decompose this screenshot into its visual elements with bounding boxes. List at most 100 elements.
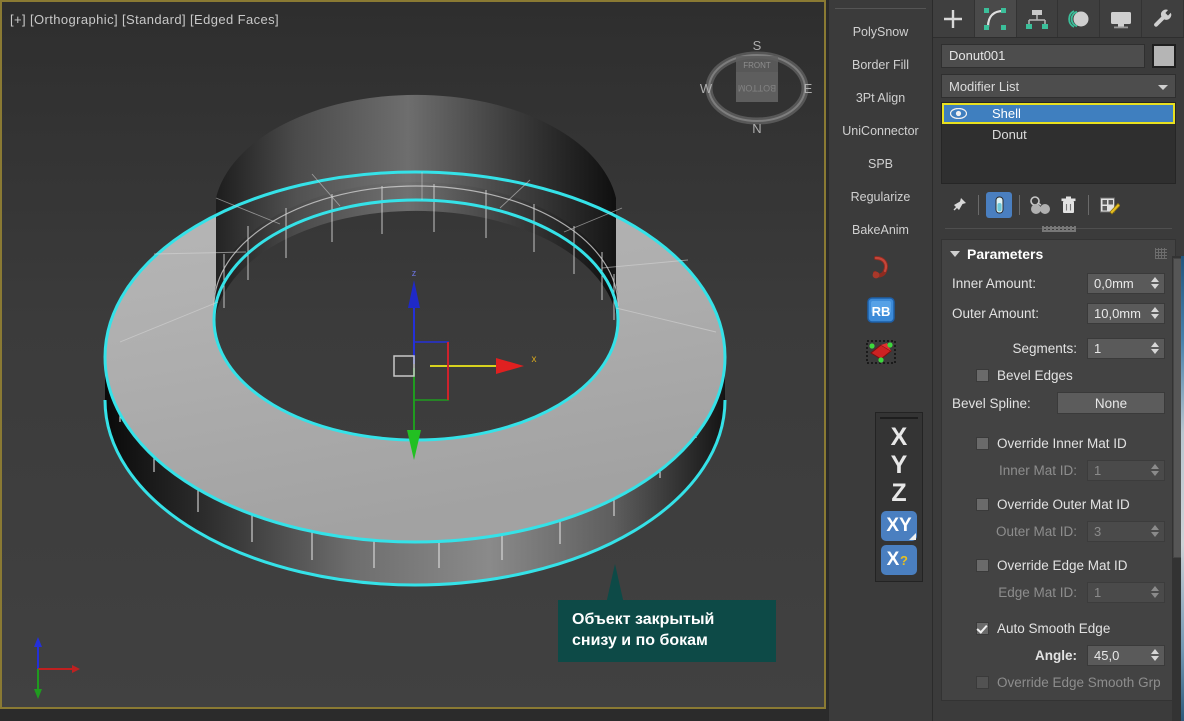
script-button-uniconnector[interactable]: UniConnector (829, 114, 932, 147)
auto-smooth-edge-label: Auto Smooth Edge (997, 621, 1110, 636)
flyout-corner-icon (909, 533, 916, 540)
viewport[interactable]: [+] [Orthographic] [Standard] [Edged Fac… (0, 0, 826, 709)
rb-badge-icon[interactable]: RB (829, 290, 932, 330)
modifier-list-dropdown[interactable]: Modifier List (941, 74, 1176, 98)
tab-hierarchy[interactable] (1017, 0, 1059, 37)
modifier-stack-toolbar (933, 184, 1184, 224)
rb-badge-label: RB (871, 304, 890, 319)
object-color-swatch[interactable] (1152, 44, 1176, 68)
axis-constraint-xy-label: XY (886, 515, 911, 537)
hook-magnet-icon[interactable] (829, 248, 932, 288)
inner-amount-spinner[interactable]: 0,0mm (1087, 273, 1165, 294)
remove-modifier-icon[interactable] (1055, 192, 1081, 218)
script-button-polysnow[interactable]: PolySnow (829, 15, 932, 48)
outer-amount-spinner[interactable]: 10,0mm (1087, 303, 1165, 324)
outer-mat-id-spinner: 3 (1087, 521, 1165, 542)
make-unique-icon[interactable] (1027, 192, 1053, 218)
script-button-bakeanim[interactable]: BakeAnim (829, 213, 932, 246)
resize-grip-icon (1042, 226, 1076, 232)
rollout-title: Parameters (967, 246, 1043, 262)
angle-spinner[interactable]: 45,0 (1087, 645, 1165, 666)
toolbar-divider (835, 8, 926, 9)
modifier-stack-item-donut[interactable]: Donut (942, 124, 1175, 145)
tab-utilities[interactable] (1142, 0, 1184, 37)
script-button-spb[interactable]: SPB (829, 147, 932, 180)
bevel-spline-button[interactable]: None (1057, 392, 1165, 414)
configure-modifier-sets-icon[interactable] (1096, 192, 1122, 218)
bevel-edges-row[interactable]: Bevel Edges (976, 368, 1165, 383)
override-outer-mat-id-checkbox[interactable] (976, 498, 989, 511)
compass-w: W (700, 81, 713, 96)
script-button-regularize[interactable]: Regularize (829, 180, 932, 213)
spinner-arrows-icon[interactable] (1151, 342, 1159, 354)
auto-smooth-edge-checkbox[interactable] (976, 622, 989, 635)
show-end-result-icon[interactable] (986, 192, 1012, 218)
wrench-icon (1150, 6, 1176, 32)
modifier-stack-item-shell[interactable]: Shell (942, 103, 1175, 124)
modifier-name-donut: Donut (972, 127, 1027, 142)
eye-icon[interactable] (944, 108, 972, 119)
inner-amount-row: Inner Amount: 0,0mm (952, 273, 1165, 294)
object-name-field[interactable]: Donut001 (941, 44, 1145, 68)
pin-stack-icon[interactable] (945, 192, 971, 218)
command-panel: Donut001 Modifier List Shell Donut (933, 0, 1184, 721)
object-name-row: Donut001 (933, 38, 1184, 72)
axis-constraints-toolbar: X Y Z XY X ? (875, 412, 923, 582)
svg-text:?: ? (900, 553, 908, 568)
override-edge-smooth-grp-label: Override Edge Smooth Grp (997, 675, 1161, 690)
axis-constraint-y[interactable]: Y (876, 451, 922, 479)
viewcube-face-top: FRONT (743, 61, 771, 70)
parameters-rollout: Parameters Inner Amount: 0,0mm Outer Amo… (941, 239, 1176, 701)
toolbar-separator (978, 195, 979, 215)
tab-create[interactable] (933, 0, 975, 37)
override-outer-mat-id-label: Override Outer Mat ID (997, 497, 1130, 512)
override-inner-mat-id-label: Override Inner Mat ID (997, 436, 1127, 451)
edge-mat-id-value: 1 (1094, 585, 1101, 600)
transform-gizmo[interactable]: z x (372, 264, 562, 479)
outer-mat-id-row: Outer Mat ID: 3 (952, 521, 1165, 542)
panel-resize-divider[interactable] (945, 228, 1172, 237)
spinner-arrows-icon (1151, 586, 1159, 598)
tab-display[interactable] (1100, 0, 1142, 37)
axis-constraint-x[interactable]: X (876, 423, 922, 451)
script-toolbar: PolySnow Border Fill 3Pt Align UniConnec… (828, 0, 932, 721)
tab-modify[interactable] (975, 0, 1017, 37)
bevel-spline-label: Bevel Spline: (952, 396, 1031, 411)
poly-select-icon[interactable] (829, 332, 932, 372)
override-edge-mat-row[interactable]: Override Edge Mat ID (976, 558, 1165, 573)
compass-n: N (752, 121, 761, 136)
override-edge-mat-id-checkbox[interactable] (976, 559, 989, 572)
spinner-arrows-icon[interactable] (1151, 649, 1159, 661)
override-inner-mat-row[interactable]: Override Inner Mat ID (976, 436, 1165, 451)
rollout-grip-icon (1155, 248, 1167, 259)
toolbar-separator-3 (1088, 195, 1089, 215)
auto-smooth-edge-row[interactable]: Auto Smooth Edge (976, 621, 1165, 636)
world-axis-tripod (16, 629, 96, 701)
outer-amount-row: Outer Amount: 10,0mm (952, 303, 1165, 324)
tab-motion[interactable] (1058, 0, 1100, 37)
segments-spinner[interactable]: 1 (1087, 338, 1165, 359)
bevel-edges-checkbox[interactable] (976, 369, 989, 382)
spinner-arrows-icon[interactable] (1151, 277, 1159, 289)
axis-constraint-z[interactable]: Z (876, 479, 922, 507)
edge-mat-id-row: Edge Mat ID: 1 (952, 582, 1165, 603)
override-outer-mat-row[interactable]: Override Outer Mat ID (976, 497, 1165, 512)
axis-constraint-xy[interactable]: XY (881, 511, 917, 541)
gizmo-z-label: z (412, 268, 417, 278)
angle-value: 45,0 (1094, 648, 1119, 663)
override-inner-mat-id-checkbox[interactable] (976, 437, 989, 450)
modifier-list-label: Modifier List (949, 79, 1019, 94)
modifier-name-shell: Shell (972, 106, 1021, 121)
spinner-arrows-icon[interactable] (1151, 307, 1159, 319)
modifier-stack[interactable]: Shell Donut (941, 102, 1176, 184)
viewcube[interactable]: S N W E FRONT BOTTOM (698, 32, 816, 142)
script-button-3pt-align[interactable]: 3Pt Align (829, 81, 932, 114)
rollout-header[interactable]: Parameters (942, 240, 1175, 267)
angle-row: Angle: 45,0 (952, 645, 1165, 666)
script-button-border-fill[interactable]: Border Fill (829, 48, 932, 81)
inner-mat-id-spinner: 1 (1087, 460, 1165, 481)
viewcube-face-front: BOTTOM (738, 83, 776, 93)
edge-mat-id-spinner: 1 (1087, 582, 1165, 603)
axis-toolbar-rule (880, 417, 918, 419)
axis-constraint-key[interactable]: X ? (881, 545, 917, 575)
